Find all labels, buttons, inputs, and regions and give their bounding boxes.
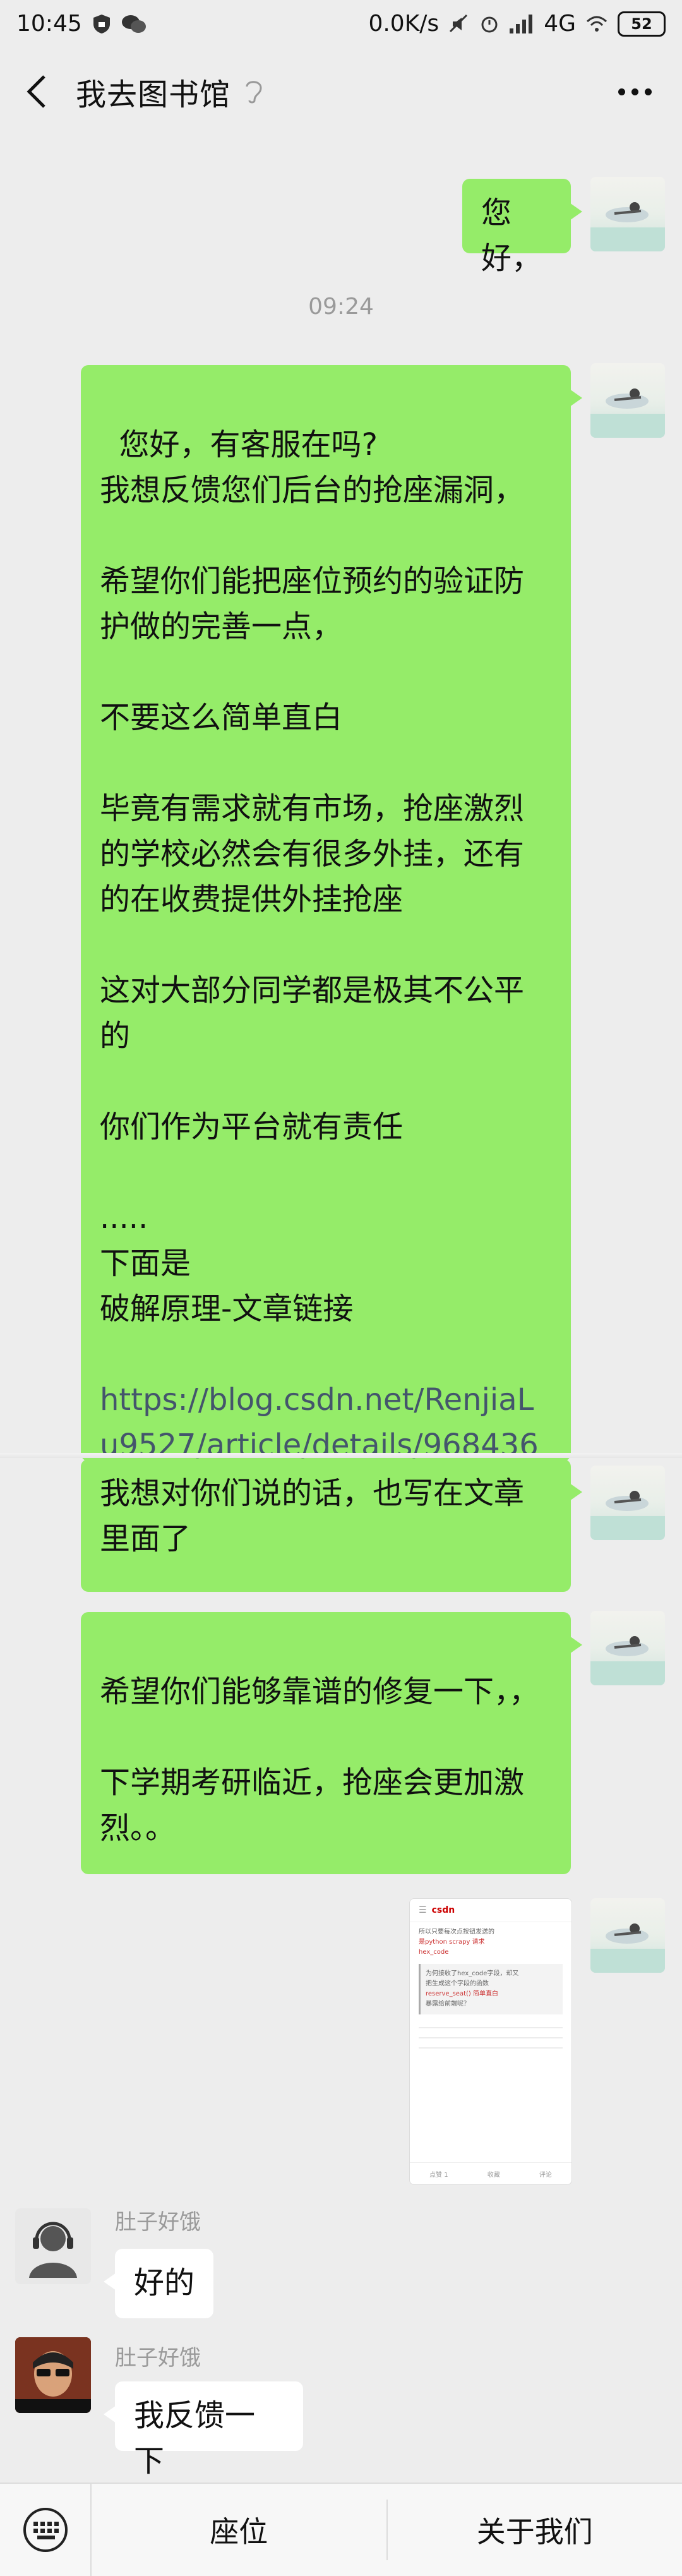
- message-text: 您好，有客服在吗? 我想反馈您们后台的抢座漏洞， 希望你们能把座位预约的验证防护…: [100, 427, 524, 1327]
- menu-seat-button[interactable]: 座位: [92, 2484, 386, 2576]
- contact-avatar-photo[interactable]: [15, 2337, 91, 2413]
- alarm-icon: [479, 14, 500, 34]
- thumb-like: 点赞 1: [429, 2169, 448, 2179]
- message-bubble-received[interactable]: 好的: [115, 2249, 213, 2318]
- status-bar: 10:45 0.0K/s 4G 52: [0, 0, 682, 47]
- message-bubble-sent[interactable]: 您好，: [462, 179, 571, 253]
- thumb-line: 暴露给前端呢？: [426, 1999, 558, 2009]
- menu-icon: ☰: [419, 1905, 427, 1915]
- more-options-icon[interactable]: [618, 88, 652, 95]
- thumb-line: 把生成这个字段的函数: [426, 1979, 558, 1989]
- chat-header: 我去图书馆: [0, 47, 682, 136]
- thumb-line: hex_code: [419, 1947, 563, 1958]
- thumb-line: 所以只要每次点按钮发送的: [419, 1927, 563, 1937]
- thumb-line: 是python scrapy 请求: [419, 1937, 563, 1947]
- bottom-menu-bar: 座位 关于我们: [0, 2483, 682, 2576]
- my-avatar[interactable]: [590, 177, 665, 251]
- csdn-logo: csdn: [432, 1905, 455, 1915]
- ear-icon: [243, 76, 265, 107]
- back-arrow-icon[interactable]: [18, 66, 56, 117]
- status-time: 10:45: [16, 11, 82, 37]
- network-speed: 0.0K/s: [368, 11, 439, 37]
- message-bubble-sent[interactable]: 希望你们能够靠谱的修复一下，， 下学期考研临近，抢座会更加激烈。。: [81, 1612, 571, 1874]
- message-bubble-received[interactable]: 我反馈一下: [115, 2381, 303, 2451]
- sender-name: 肚子好饿: [115, 2205, 201, 2236]
- message-bubble-sent[interactable]: 您好，有客服在吗? 我想反馈您们后台的抢座漏洞， 希望你们能把座位预约的验证防护…: [81, 365, 571, 1461]
- shield-icon: [92, 13, 111, 35]
- image-message[interactable]: ☰ csdn 所以只要每次点按钮发送的 是python scrapy 请求 he…: [409, 1898, 572, 2185]
- menu-about-button[interactable]: 关于我们: [388, 2484, 682, 2576]
- battery-indicator: 52: [618, 11, 666, 37]
- keyboard-toggle-button[interactable]: [0, 2484, 92, 2576]
- network-type: 4G: [544, 11, 576, 37]
- wechat-icon: [121, 13, 147, 35]
- message-timestamp: 09:24: [0, 294, 682, 320]
- thumb-quote: 为何接收了hex_code字段，却又 把生成这个字段的函数 reserve_se…: [419, 1964, 563, 2014]
- wifi-icon: [586, 15, 607, 33]
- thumb-comment: 评论: [539, 2169, 552, 2179]
- keyboard-icon: [22, 2507, 69, 2553]
- contact-avatar-headset[interactable]: [15, 2208, 91, 2284]
- sender-name: 肚子好饿: [115, 2340, 201, 2371]
- thumb-footer: 点赞 1 收藏 评论: [410, 2162, 571, 2184]
- my-avatar[interactable]: [590, 1611, 665, 1685]
- signal-icon: [510, 15, 534, 33]
- thumb-line: 为何接收了hex_code字段，却又: [426, 1969, 558, 1979]
- thumb-line: reserve_seat() 简单直白: [426, 1989, 558, 1999]
- thumb-collect: 收藏: [488, 2169, 500, 2179]
- thumb-body: 所以只要每次点按钮发送的 是python scrapy 请求 hex_code …: [410, 1922, 571, 2061]
- mute-icon: [449, 14, 469, 34]
- screenshot-seam: [0, 1453, 682, 1458]
- my-avatar[interactable]: [590, 1898, 665, 1973]
- thumb-text-placeholder: [419, 2018, 563, 2056]
- chat-title: 我去图书馆: [76, 69, 230, 114]
- battery-level: 52: [631, 15, 652, 33]
- thumb-header: ☰ csdn: [410, 1899, 571, 1922]
- my-avatar[interactable]: [590, 363, 665, 438]
- message-bubble-sent[interactable]: 我想对你们说的话，也写在文章里面了: [81, 1459, 571, 1592]
- my-avatar[interactable]: [590, 1466, 665, 1540]
